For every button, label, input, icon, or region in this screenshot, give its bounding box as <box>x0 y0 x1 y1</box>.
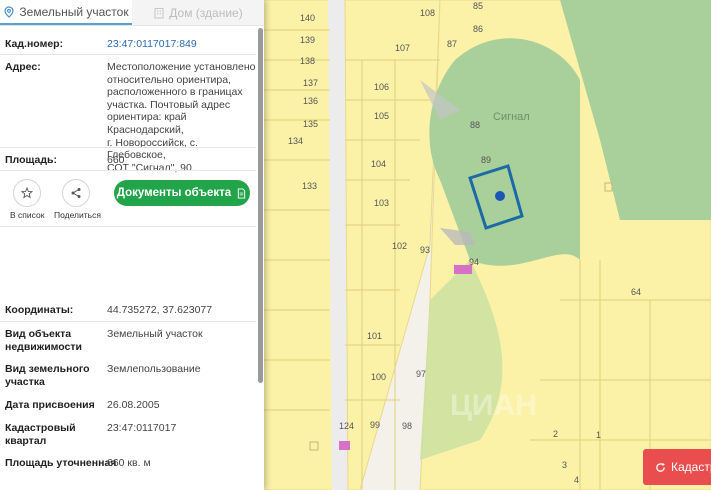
parcel-number: 85 <box>473 1 483 11</box>
parcel-number: 93 <box>420 245 430 255</box>
address-line: Местоположение установлено <box>107 61 256 73</box>
tab-label: Земельный участок <box>19 4 129 19</box>
tab-label: Дом (здание) <box>169 5 243 20</box>
add-to-list-button[interactable] <box>13 179 41 207</box>
divider <box>0 54 256 55</box>
parcel-number: 139 <box>300 35 315 45</box>
parcel-number: 1 <box>596 430 601 440</box>
coords-label: Координаты: <box>5 304 74 316</box>
divider <box>0 147 256 148</box>
tab-building[interactable]: Дом (здание) <box>132 0 264 25</box>
location-pin-icon <box>4 5 14 18</box>
panel-scrollbar[interactable] <box>258 28 263 383</box>
address-label: Адрес: <box>5 61 41 73</box>
parcel-number: 88 <box>470 120 480 130</box>
refresh-icon <box>656 462 665 472</box>
parcel-number: 137 <box>303 78 318 88</box>
building-icon <box>154 7 164 19</box>
quarter-label: Кадастровый квартал <box>5 422 76 447</box>
address-line: расположенного в границах <box>107 86 243 99</box>
tab-land-plot[interactable]: Земельный участок <box>0 0 132 25</box>
parcel-marker[interactable] <box>495 191 505 201</box>
star-icon <box>21 187 33 199</box>
parcel-number: 124 <box>339 421 354 431</box>
share-button[interactable] <box>62 179 90 207</box>
parcel-number: 133 <box>302 181 317 191</box>
share-icon <box>71 188 81 198</box>
parcel-number: 98 <box>402 421 412 431</box>
parcel-number: 138 <box>300 56 315 66</box>
coords-value: 44.735272, 37.623077 <box>107 304 213 316</box>
divider <box>0 226 256 227</box>
parcel-number: 94 <box>469 257 479 267</box>
divider <box>0 321 256 322</box>
add-to-list-label: В список <box>10 210 45 220</box>
parcel-number: 2 <box>553 429 558 439</box>
object-type-value: Земельный участок <box>107 328 203 340</box>
parcel-number: 97 <box>416 369 426 379</box>
parcel-number: 64 <box>631 287 641 297</box>
parcel-number: 4 <box>574 475 579 485</box>
parcel-number: 102 <box>392 241 407 251</box>
address-line: участка. Почтовый адрес <box>107 98 231 111</box>
area-label: Площадь: <box>5 154 57 166</box>
address-line: ориентира: край Краснодарский, <box>107 111 187 136</box>
object-type-label: Вид объекта недвижимости <box>5 328 82 353</box>
object-info-panel: Земельный участок Дом (здание) Кад.номер… <box>0 0 264 490</box>
parcel-number: 100 <box>371 372 386 382</box>
place-label: Сигнал <box>493 111 530 123</box>
cad-number-label: Кад.номер: <box>5 38 64 50</box>
watermark: ЦИАН <box>450 389 537 422</box>
land-type-value: Землепользование <box>107 363 201 375</box>
parcel-number: 89 <box>481 155 491 165</box>
parcel-number: 104 <box>371 159 386 169</box>
parcel-number: 101 <box>367 331 382 341</box>
date-value: 26.08.2005 <box>107 399 160 411</box>
parcel-number: 108 <box>420 8 435 18</box>
parcel-number: 87 <box>447 39 457 49</box>
document-icon <box>238 187 246 199</box>
parcel-number: 134 <box>288 136 303 146</box>
parcel-number: 106 <box>374 82 389 92</box>
parcel-number: 140 <box>300 13 315 23</box>
parcel-number: 3 <box>562 460 567 470</box>
documents-button-label: Документы объекта <box>116 187 232 199</box>
date-label: Дата присвоения <box>5 399 95 411</box>
parcel-number: 135 <box>303 119 318 129</box>
share-label: Поделиться <box>54 210 101 220</box>
area-refined-label: Площадь уточненная <box>5 457 117 469</box>
cadastre-button-label: Кадастр <box>671 460 711 474</box>
parcel-number: 99 <box>370 420 380 430</box>
parcel-number: 86 <box>473 24 483 34</box>
address-line: относительно ориентира, <box>107 73 231 86</box>
object-documents-button[interactable]: Документы объекта <box>114 180 250 206</box>
quarter-value: 23:47:0117017 <box>107 422 177 434</box>
land-type-label: Вид земельного участка <box>5 363 90 388</box>
area-refined-value: 660 кв. м <box>107 457 151 469</box>
cad-number-link[interactable]: 23:47:0117017:849 <box>107 38 257 51</box>
parcel-number: 107 <box>395 43 410 53</box>
object-tabs: Земельный участок Дом (здание) <box>0 0 264 26</box>
cadastre-button[interactable]: Кадастр <box>643 449 711 485</box>
parcel-number: 105 <box>374 111 389 121</box>
area-value: 660 <box>107 154 125 166</box>
parcel-number: 136 <box>303 96 318 106</box>
parcel-number: 103 <box>374 198 389 208</box>
divider <box>0 170 256 171</box>
